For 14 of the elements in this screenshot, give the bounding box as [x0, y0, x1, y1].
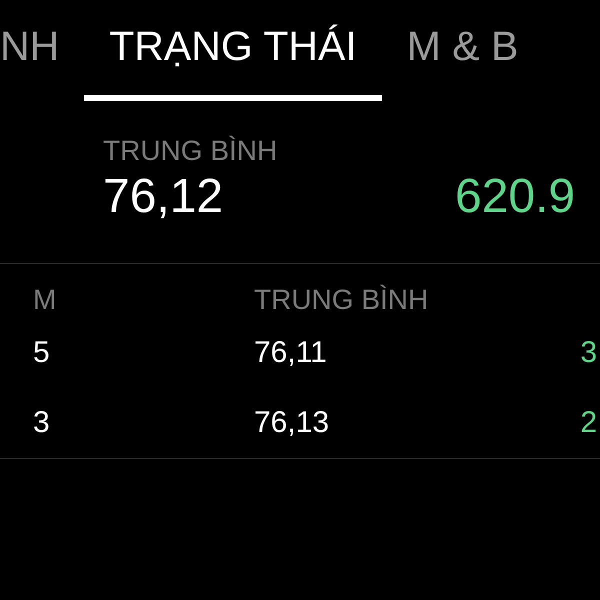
column-header: TRUNG BÌNH [254, 283, 430, 317]
summary-value: 76,12 [103, 169, 224, 225]
summary-value: 620.9 [455, 169, 576, 225]
tab[interactable]: M & B [382, 0, 544, 101]
table-cell-text: 2 [580, 405, 597, 441]
table-cell-text: 3 [33, 405, 51, 441]
column-header: M [33, 283, 58, 317]
table-cell-text: 76,11 [254, 335, 328, 371]
summary-label: TRUNG BÌNH [103, 135, 278, 167]
table-cell-text: 5 [33, 335, 51, 371]
tab[interactable]: TRẠNG THÁI [84, 0, 382, 101]
table-cell-text: 76,13 [254, 405, 330, 441]
table-cell-text: 3 [580, 335, 597, 371]
tab[interactable]: NH [0, 0, 84, 101]
